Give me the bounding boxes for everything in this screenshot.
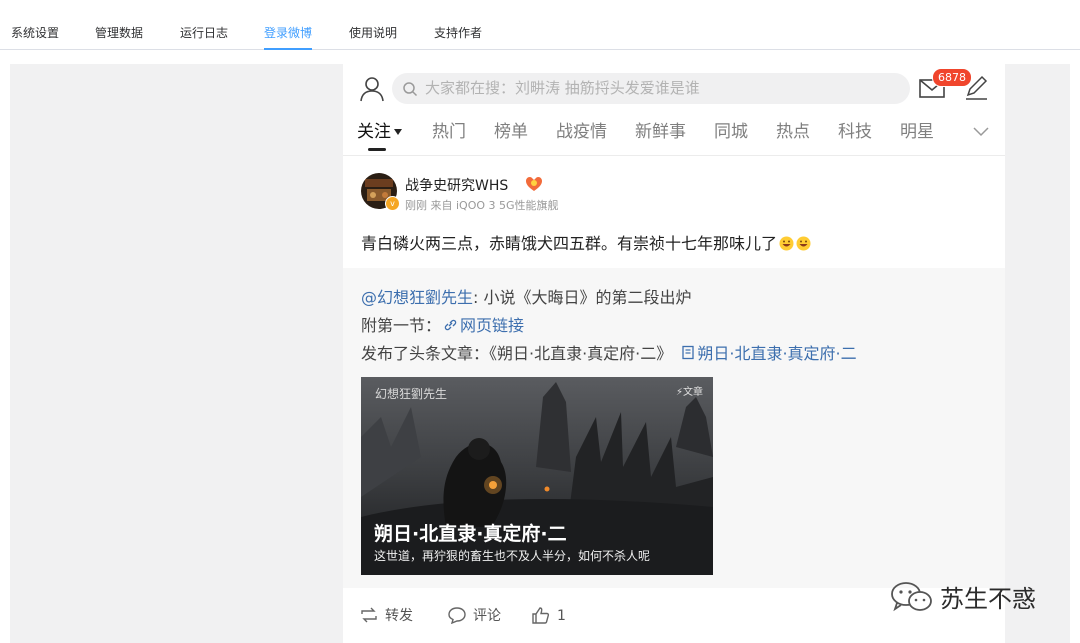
nav-following-label: 关注 xyxy=(357,122,391,142)
post-body: 青白磷火两三点，赤睛饿犬四五群。有崇祯十七年那味儿了 xyxy=(361,230,811,254)
top-tab-bar: 系统设置 管理数据 运行日志 登录微博 使用说明 支持作者 xyxy=(0,0,1080,50)
post-author[interactable]: 战争史研究WHS xyxy=(405,175,508,195)
weibo-top-bar: 大家都在搜：刘畊涛 抽筋捋头发爱谁是谁 6878 xyxy=(343,64,1005,114)
laugh-emoji-icon xyxy=(796,236,811,251)
repost-icon xyxy=(361,607,377,623)
weibo-channel-nav: 关注 热门 榜单 战疫情 新鲜事 同城 热点 科技 明星 xyxy=(343,114,1005,156)
watermark: 苏生不惑 xyxy=(888,575,1058,615)
card-author: 幻想狂劉先生 xyxy=(375,387,448,401)
comment-icon xyxy=(448,607,466,625)
vip-icon xyxy=(526,176,542,191)
tab-run-log[interactable]: 运行日志 xyxy=(180,0,228,50)
wechat-icon xyxy=(891,582,932,612)
nav-tech[interactable]: 科技 xyxy=(838,114,872,150)
nav-news[interactable]: 新鲜事 xyxy=(635,114,686,150)
web-link[interactable]: 网页链接 xyxy=(460,316,524,335)
nav-epidemic[interactable]: 战疫情 xyxy=(556,114,607,150)
right-blank-panel xyxy=(1005,64,1070,643)
article-card[interactable]: 幻想狂劉先生 ⚡文章 朔日·北直隶·真定府·二 这世道，再狞狠的畜生也不及人半分… xyxy=(361,377,713,575)
card-article-tag: ⚡文章 xyxy=(675,387,703,398)
article-icon xyxy=(682,345,695,360)
card-title: 朔日·北直隶·真定府·二 xyxy=(374,523,567,545)
repost-line-2: 附第一节： 网页链接 xyxy=(361,312,524,336)
tab-system-settings[interactable]: 系统设置 xyxy=(11,0,59,50)
search-placeholder: 大家都在搜：刘畊涛 抽筋捋头发爱谁是谁 xyxy=(425,79,700,97)
search-input[interactable]: 大家都在搜：刘畊涛 抽筋捋头发爱谁是谁 xyxy=(392,73,910,104)
post-text: 青白磷火两三点，赤睛饿犬四五群。有崇祯十七年那味儿了 xyxy=(361,234,778,253)
nav-ranking[interactable]: 榜单 xyxy=(494,114,528,150)
search-icon xyxy=(403,82,418,97)
nav-active-indicator xyxy=(368,148,386,151)
nav-trending[interactable]: 热点 xyxy=(776,114,810,150)
post-header: v 战争史研究WHS 刚刚 来自 iQOO 3 5G性能旗舰 xyxy=(343,156,1005,218)
link-icon xyxy=(444,319,457,331)
repost-article-text: 发布了头条文章：《朔日·北直隶·真定府·二》 xyxy=(361,344,673,363)
repost-text: : 小说《大晦日》的第二段出炉 xyxy=(473,288,692,307)
weibo-webview: 大家都在搜：刘畊涛 抽筋捋头发爱谁是谁 6878 关注 热门 榜单 战疫情 新鲜… xyxy=(343,64,1005,643)
repost-label: 转发 xyxy=(385,608,413,624)
nav-hot[interactable]: 热门 xyxy=(432,114,466,150)
like-button[interactable]: 1 xyxy=(531,599,566,633)
caret-down-icon xyxy=(394,129,402,135)
left-blank-panel xyxy=(10,64,343,643)
verified-badge-icon: v xyxy=(385,196,400,211)
repost-button[interactable]: 转发 xyxy=(359,599,413,633)
compose-icon[interactable] xyxy=(963,74,989,102)
watermark-text: 苏生不惑 xyxy=(940,585,1036,613)
comment-button[interactable]: 评论 xyxy=(447,599,501,633)
nav-local[interactable]: 同城 xyxy=(714,114,748,150)
nav-following[interactable]: 关注 xyxy=(357,114,402,150)
tab-support-author[interactable]: 支持作者 xyxy=(434,0,482,50)
like-count: 1 xyxy=(557,608,566,624)
card-subtitle: 这世道，再狞狠的畜生也不及人半分，如何不杀人呢 xyxy=(374,549,651,563)
reposted-content: @幻想狂劉先生: 小说《大晦日》的第二段出炉 附第一节： 网页链接 发布了头条文章… xyxy=(343,268,1005,588)
nav-stars[interactable]: 明星 xyxy=(900,114,934,150)
chevron-down-icon[interactable] xyxy=(971,124,991,140)
profile-icon[interactable] xyxy=(357,74,387,104)
tab-manage-data[interactable]: 管理数据 xyxy=(95,0,143,50)
tab-instructions[interactable]: 使用说明 xyxy=(349,0,397,50)
repost-line-1: @幻想狂劉先生: 小说《大晦日》的第二段出炉 xyxy=(361,284,692,308)
tab-weibo-login[interactable]: 登录微博 xyxy=(264,0,313,50)
article-link[interactable]: 朔日·北直隶·真定府·二 xyxy=(697,344,856,363)
laugh-emoji-icon xyxy=(779,236,794,251)
like-icon xyxy=(532,607,550,624)
repost-prefix: 附第一节： xyxy=(361,316,442,335)
mention-link[interactable]: @幻想狂劉先生 xyxy=(361,288,473,307)
repost-line-3: 发布了头条文章：《朔日·北直隶·真定府·二》 朔日·北直隶·真定府·二 xyxy=(361,340,857,364)
post-meta: 刚刚 来自 iQOO 3 5G性能旗舰 xyxy=(405,199,559,212)
comment-label: 评论 xyxy=(473,608,501,624)
